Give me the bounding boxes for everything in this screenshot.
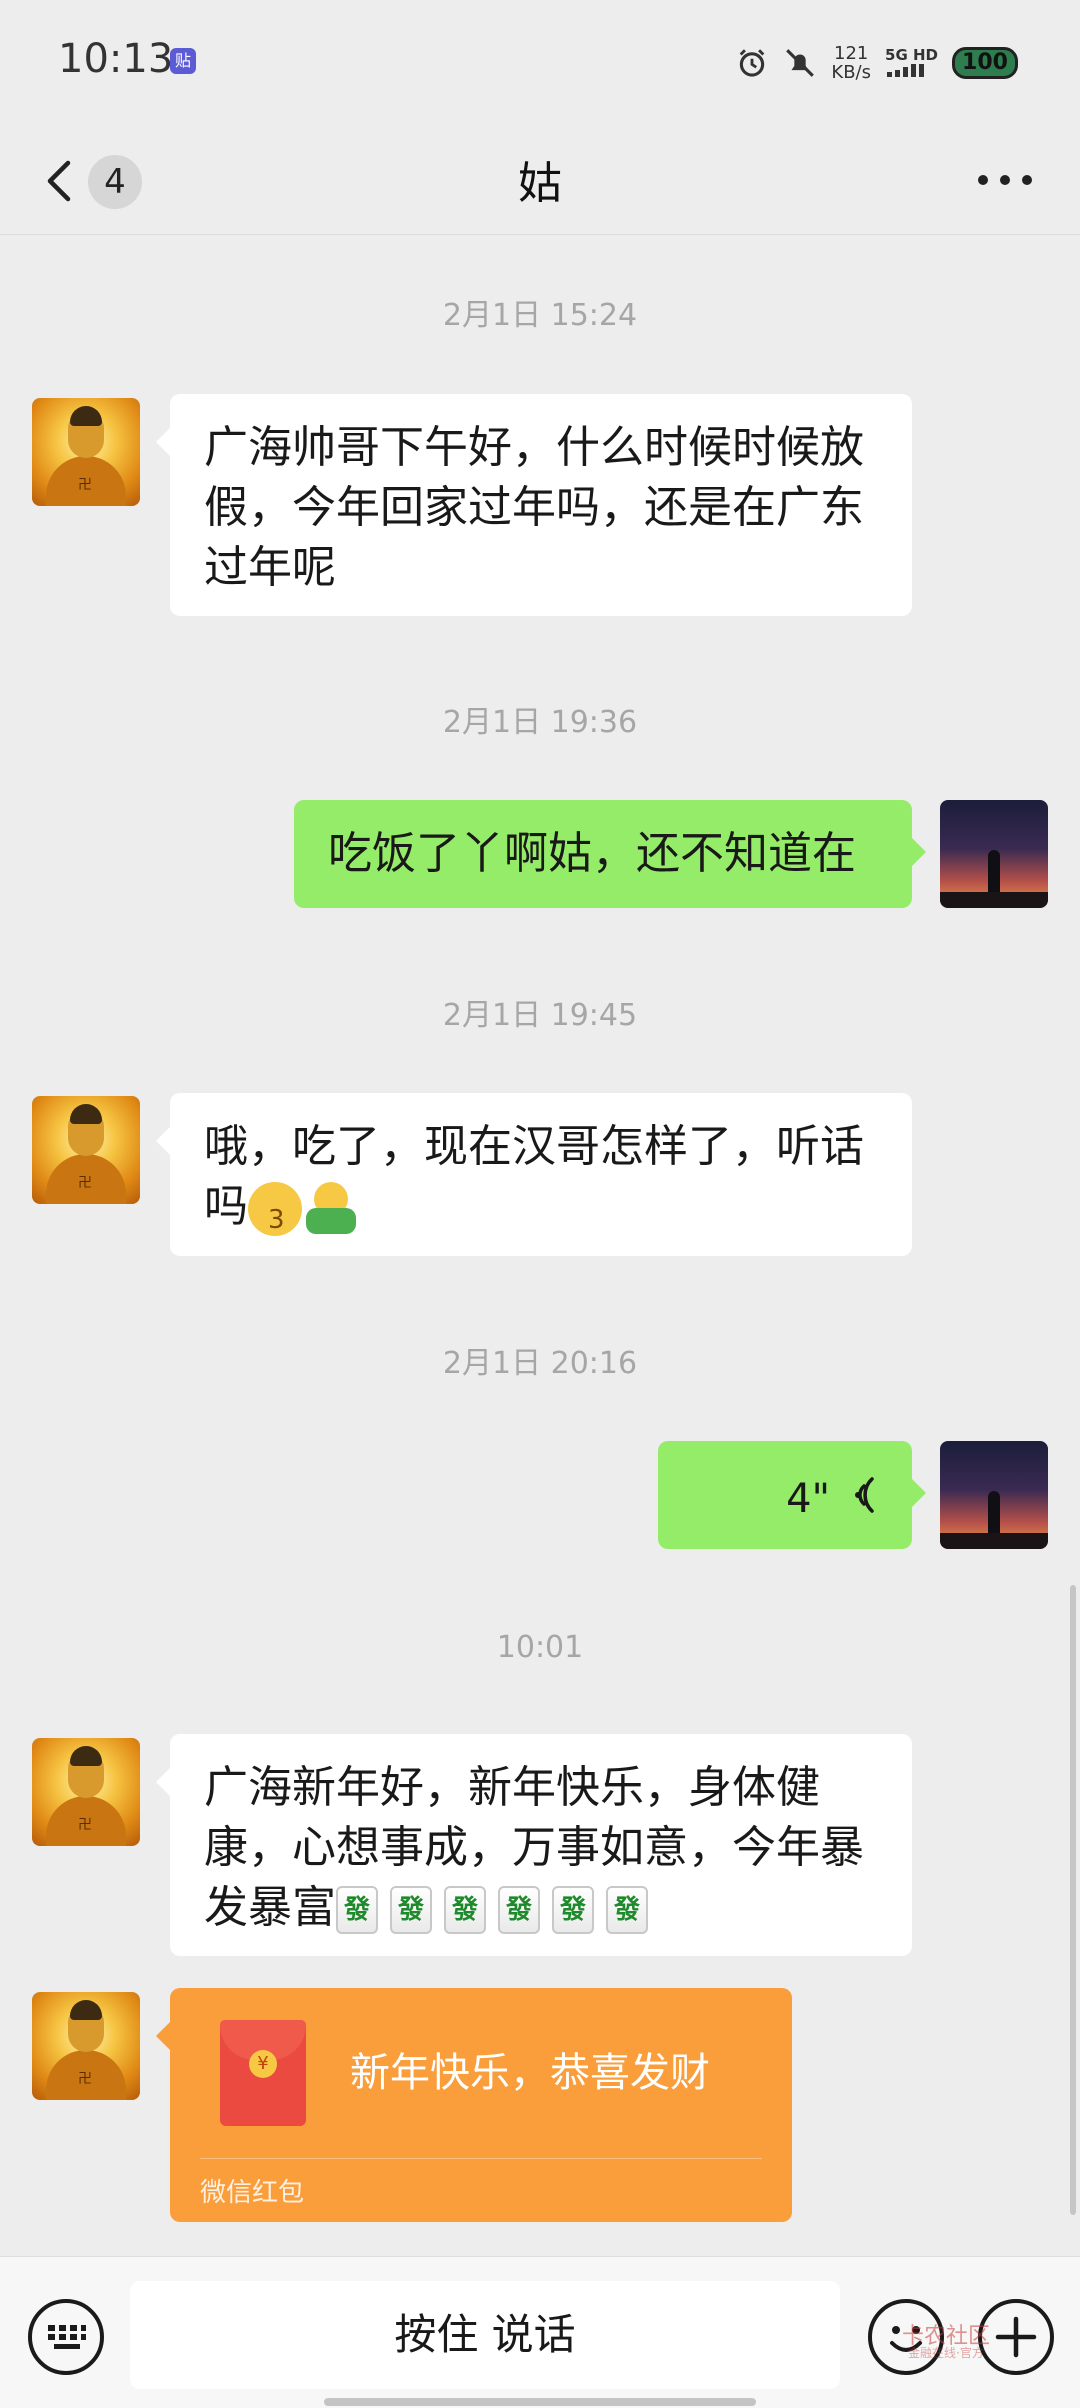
red-envelope-icon: ¥ bbox=[220, 2020, 306, 2126]
status-bar: 10:13 贴 121 KB/s 5G HD 100 bbox=[0, 0, 1080, 125]
status-time: 10:13 bbox=[58, 36, 174, 82]
packet-coin-icon: ¥ bbox=[249, 2050, 277, 2078]
red-packet-label: 微信红包 bbox=[200, 2178, 305, 2208]
red-packet-divider bbox=[200, 2158, 762, 2159]
home-indicator[interactable] bbox=[324, 2398, 756, 2406]
contact-avatar[interactable]: 卍 bbox=[32, 1738, 140, 1846]
alarm-icon bbox=[740, 49, 765, 77]
message-bubble-received[interactable]: 广海帅哥下午好，什么时候时候放假，今年回家过年吗，还是在广东过年呢 bbox=[156, 394, 912, 616]
message-timestamp: 2月1日 19:45 bbox=[442, 998, 638, 1033]
back-button[interactable]: 4 bbox=[40, 145, 150, 215]
hold-to-talk-button[interactable]: 按住 说话 bbox=[130, 2281, 840, 2389]
mahjong-fa-emoji-icon: 發 bbox=[606, 1886, 648, 1934]
network-speed-unit: KB/s bbox=[831, 62, 872, 83]
battery-indicator: 100 bbox=[952, 47, 1018, 79]
more-icon bbox=[978, 175, 1032, 185]
mahjong-fa-emoji-icon: 發 bbox=[552, 1886, 594, 1934]
voice-wave-icon bbox=[855, 1477, 874, 1513]
unread-count-badge: 4 bbox=[88, 155, 142, 209]
signal-bars-icon bbox=[887, 63, 925, 77]
chat-header: 4 姑 bbox=[0, 125, 1080, 235]
status-indicators: 121 KB/s 5G HD 100 bbox=[735, 40, 1018, 86]
message-timestamp: 2月1日 19:36 bbox=[442, 705, 638, 740]
notification-app-icon: 贴 bbox=[170, 48, 196, 74]
more-button[interactable] bbox=[970, 153, 1040, 207]
contact-avatar[interactable]: 卍 bbox=[32, 1992, 140, 2100]
signal-label: 5G HD bbox=[885, 45, 938, 64]
mahjong-fa-emoji-icon: 發 bbox=[498, 1886, 540, 1934]
contact-avatar[interactable]: 卍 bbox=[32, 398, 140, 506]
message-timestamp: 2月1日 15:24 bbox=[442, 298, 638, 333]
signal-indicator: 5G HD bbox=[885, 47, 938, 80]
red-packet-message[interactable]: ¥ 新年快乐，恭喜发财 微信红包 bbox=[156, 1988, 792, 2222]
message-bubble-received[interactable]: 广海新年好，新年快乐，身体健康，心想事成，万事如意，今年暴发暴富發發發發發發 bbox=[156, 1734, 912, 1956]
contact-avatar[interactable]: 卍 bbox=[32, 1096, 140, 1204]
mahjong-fa-emoji-icon: 發 bbox=[444, 1886, 486, 1934]
keyboard-icon bbox=[48, 2325, 86, 2349]
network-speed-value: 121 bbox=[834, 43, 869, 64]
red-packet-greeting: 新年快乐，恭喜发财 bbox=[350, 2050, 710, 2096]
watermark-subtitle: 金融在线·官方 bbox=[908, 2346, 984, 2360]
mute-icon bbox=[786, 49, 815, 77]
scrollbar[interactable] bbox=[1070, 1585, 1076, 2215]
mahjong-fa-emoji-icon: 發 bbox=[390, 1886, 432, 1934]
voice-duration: 4" bbox=[786, 1476, 830, 1522]
user-avatar[interactable] bbox=[940, 1441, 1048, 1549]
plus-icon bbox=[995, 2316, 1037, 2358]
back-chevron-icon bbox=[47, 160, 71, 202]
message-bubble-sent[interactable]: 吃饭了丫啊姑，还不知道在 bbox=[294, 800, 926, 908]
voice-message-bubble[interactable]: 4" bbox=[658, 1441, 926, 1549]
message-bubble-received[interactable]: 哦，吃了，现在汉哥怎样了，听话吗 bbox=[156, 1093, 912, 1256]
mahjong-fa-emoji-icon: 發 bbox=[336, 1886, 378, 1934]
user-avatar[interactable] bbox=[940, 800, 1048, 908]
kissing-face-emoji-icon bbox=[248, 1182, 302, 1250]
keyboard-button[interactable] bbox=[28, 2299, 104, 2375]
message-timestamp: 10:01 bbox=[496, 1630, 584, 1665]
network-speed: 121 KB/s bbox=[831, 44, 871, 82]
hugging-emoji-icon bbox=[302, 1182, 360, 1236]
chat-title: 姑 bbox=[518, 158, 562, 209]
message-timestamp: 2月1日 20:16 bbox=[442, 1346, 638, 1381]
